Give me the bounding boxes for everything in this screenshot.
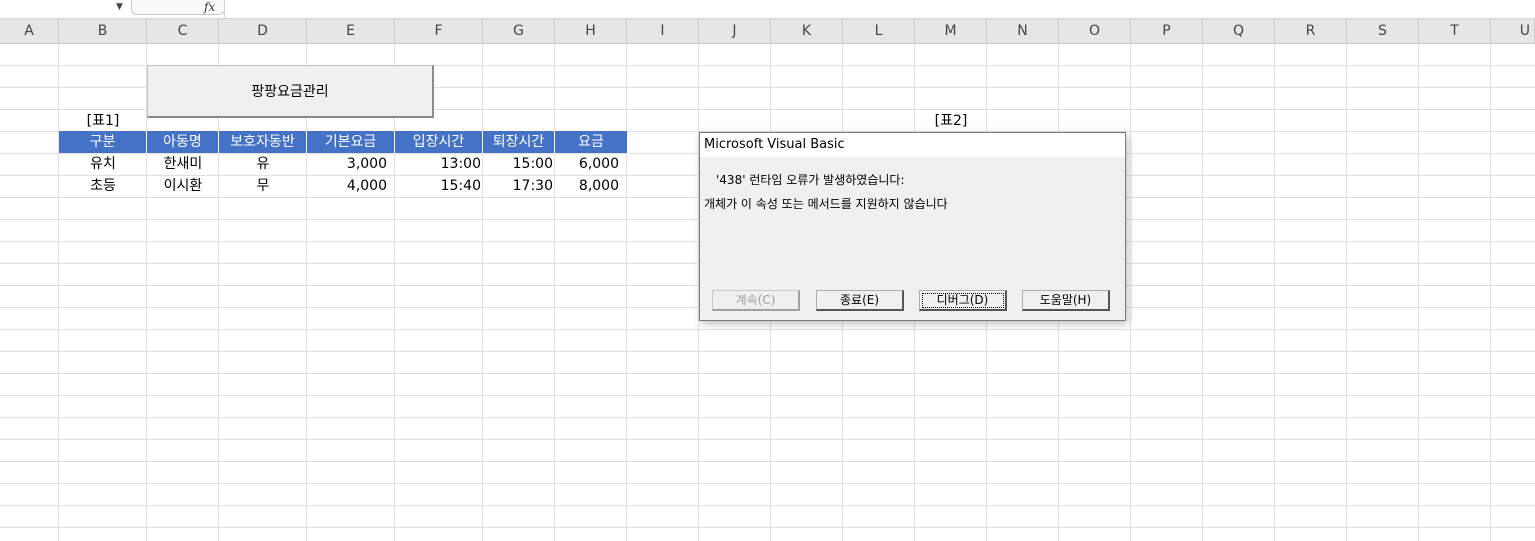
table-cell[interactable]: 유 (219, 153, 307, 175)
column-headers: A B C D E F G H I J K L M N O P Q R S T … (0, 19, 1535, 44)
column-header-b[interactable]: B (59, 19, 147, 43)
column-header-h[interactable]: H (555, 19, 627, 43)
column-header-r[interactable]: R (1275, 19, 1347, 43)
table-cell[interactable]: 8,000 (555, 175, 627, 197)
column-header-e[interactable]: E (307, 19, 395, 43)
column-header-j[interactable]: J (699, 19, 771, 43)
table1-header: 아동명 (147, 131, 219, 153)
name-box-dropdown-icon[interactable]: ▼ (116, 2, 123, 12)
table-cell[interactable]: 초등 (59, 175, 147, 197)
column-header-p[interactable]: P (1131, 19, 1203, 43)
table-cell[interactable]: 유치 (59, 153, 147, 175)
debug-button[interactable]: 디버그(D) (919, 290, 1007, 311)
table-cell[interactable]: 17:30 (483, 175, 555, 197)
table-cell[interactable]: 13:00 (395, 153, 483, 175)
help-button[interactable]: 도움말(H) (1022, 290, 1110, 311)
table1-header: 입장시간 (395, 131, 483, 153)
column-header-a[interactable]: A (0, 19, 59, 43)
insert-function-icon[interactable]: fx (204, 0, 215, 14)
column-header-u[interactable]: U (1491, 19, 1535, 43)
column-header-s[interactable]: S (1347, 19, 1419, 43)
column-header-t[interactable]: T (1419, 19, 1491, 43)
column-header-o[interactable]: O (1059, 19, 1131, 43)
table-cell[interactable]: 15:40 (395, 175, 483, 197)
column-header-q[interactable]: Q (1203, 19, 1275, 43)
column-header-d[interactable]: D (219, 19, 307, 43)
table2-label: [표2] (934, 113, 968, 129)
table-cell[interactable]: 이시환 (147, 175, 219, 197)
column-header-l[interactable]: L (843, 19, 915, 43)
column-header-i[interactable]: I (627, 19, 699, 43)
table1-header: 기본요금 (307, 131, 395, 153)
end-button[interactable]: 종료(E) (816, 290, 904, 311)
macro-button[interactable]: 팡팡요금관리 (147, 65, 434, 118)
table1-header: 보호자동반 (219, 131, 307, 153)
column-header-m[interactable]: M (915, 19, 987, 43)
table-cell[interactable]: 한새미 (147, 153, 219, 175)
table-cell[interactable]: 4,000 (307, 175, 395, 197)
dialog-title: Microsoft Visual Basic (700, 133, 1125, 157)
table1-header: 구분 (59, 131, 147, 153)
dialog-error-description: 개체가 이 속성 또는 메서드를 지원하지 않습니다 (704, 197, 948, 211)
dialog-error-message: '438' 런타임 오류가 발생하였습니다: (716, 173, 905, 187)
table-cell[interactable]: 무 (219, 175, 307, 197)
column-header-k[interactable]: K (771, 19, 843, 43)
column-header-g[interactable]: G (483, 19, 555, 43)
table1-header: 요금 (555, 131, 627, 153)
table-cell[interactable]: 6,000 (555, 153, 627, 175)
column-header-c[interactable]: C (147, 19, 219, 43)
column-header-f[interactable]: F (395, 19, 483, 43)
table1-label: [표1] (86, 113, 120, 129)
column-header-n[interactable]: N (987, 19, 1059, 43)
continue-button[interactable]: 계속(C) (712, 290, 800, 311)
table-cell[interactable]: 15:00 (483, 153, 555, 175)
table1-header: 퇴장시간 (483, 131, 555, 153)
formula-bar: ▼ fx (0, 0, 1535, 19)
table-cell[interactable]: 3,000 (307, 153, 395, 175)
formula-input[interactable] (224, 0, 1535, 18)
vba-error-dialog: Microsoft Visual Basic '438' 런타임 오류가 발생하… (699, 132, 1126, 321)
